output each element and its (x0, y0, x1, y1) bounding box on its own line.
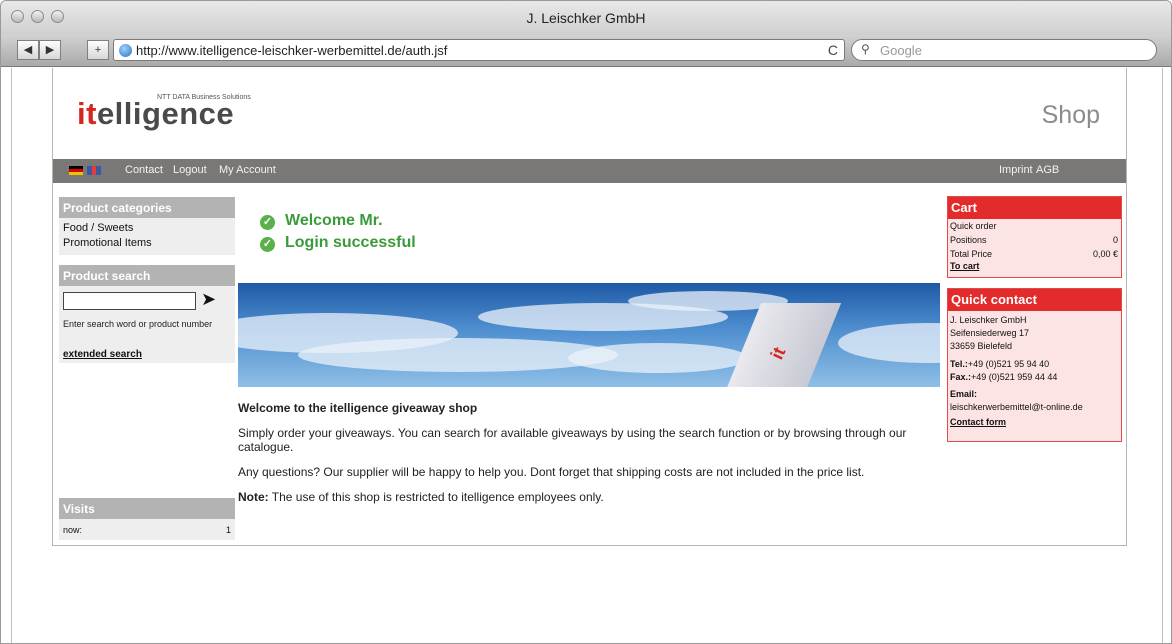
contact-street: Seifensiederweg 17 (950, 328, 1030, 338)
note-paragraph: Note: The use of this shop is restricted… (238, 490, 938, 504)
back-button[interactable]: ◀ (17, 40, 39, 60)
search-heading: Product search (59, 265, 235, 286)
categories-heading: Product categories (59, 197, 235, 218)
sky-banner-image: it (238, 283, 940, 387)
browser-window: J. Leischker GmbH ◀ ▶ + http://www.itell… (0, 0, 1172, 644)
extended-search-link[interactable]: extended search (63, 349, 142, 360)
nav-contact[interactable]: Contact (125, 164, 163, 176)
english-flag-icon[interactable] (87, 166, 101, 175)
visits-label: now: (63, 525, 83, 535)
add-bookmark-button[interactable]: + (87, 40, 109, 60)
browser-toolbar: ◀ ▶ + http://www.itelligence-leischker-w… (1, 35, 1171, 67)
total-price-value: 0,00 € (1092, 249, 1118, 259)
visits-count: 1 (225, 525, 231, 535)
login-line: ✓ Login successful (258, 234, 416, 256)
contact-tel: Tel.:+49 (0)521 95 94 40 (950, 359, 1050, 369)
search-hint: Enter search word or product number (63, 319, 213, 329)
cart-heading: Cart (948, 197, 1121, 219)
german-flag-icon[interactable] (69, 166, 83, 175)
contact-company: J. Leischker GmbH (950, 315, 1027, 325)
web-viewport: itelligence NTT DATA Business Solutions … (11, 68, 1163, 643)
positions-row: Positions 0 (950, 235, 1118, 245)
url-text: http://www.itelligence-leischker-werbemi… (136, 43, 448, 58)
tower-graphic (724, 303, 842, 387)
positions-value: 0 (1112, 235, 1118, 245)
category-promotional-items[interactable]: Promotional Items (59, 236, 235, 251)
product-search-box: Product search ➤ Enter search word or pr… (59, 265, 235, 363)
nav-agb[interactable]: AGB (1036, 164, 1059, 176)
contact-email-link[interactable]: leischkerwerbemittel@t-online.de (948, 401, 1121, 414)
logo-subtitle: NTT DATA Business Solutions (157, 94, 251, 101)
globe-icon (119, 44, 132, 57)
window-title: J. Leischker GmbH (526, 10, 646, 26)
logo-it: it (77, 96, 97, 131)
itelligence-logo[interactable]: itelligence NTT DATA Business Solutions (77, 94, 251, 132)
reload-icon[interactable]: C (828, 42, 838, 58)
note-text: The use of this shop is restricted to it… (268, 490, 604, 504)
nav-logout[interactable]: Logout (173, 164, 207, 176)
top-navigation: Contact Logout My Account Imprint AGB (53, 159, 1126, 183)
nav-imprint[interactable]: Imprint (999, 164, 1033, 176)
shop-heading: Welcome to the itelligence giveaway shop (238, 401, 478, 415)
main-content: Welcome to the itelligence giveaway shop… (238, 401, 938, 515)
welcome-text: Welcome Mr. (285, 212, 383, 229)
to-cart-link[interactable]: To cart (948, 261, 1121, 271)
contact-city: 33659 Bielefeld (950, 341, 1013, 351)
quick-contact-heading: Quick contact (948, 289, 1121, 311)
check-icon: ✓ (260, 215, 275, 230)
product-search-input[interactable] (63, 292, 196, 310)
search-arrow-icon[interactable]: ➤ (201, 289, 216, 310)
login-text: Login successful (285, 234, 416, 251)
logo-rest: elligence (96, 96, 235, 131)
note-label: Note: (238, 490, 269, 504)
total-price-row: Total Price 0,00 € (950, 249, 1118, 259)
category-food-sweets[interactable]: Food / Sweets (59, 221, 235, 236)
intro-paragraph: Simply order your giveaways. You can sea… (238, 426, 907, 454)
visits-heading: Visits (59, 498, 235, 519)
visits-row: now: 1 (59, 523, 235, 538)
contact-form-link[interactable]: Contact form (948, 417, 1121, 427)
quick-order-link[interactable]: Quick order (948, 219, 1121, 233)
contact-fax: Fax.:+49 (0)521 959 44 44 (950, 372, 1058, 382)
welcome-messages: ✓ Welcome Mr. ✓ Login successful (258, 212, 416, 256)
cart-box: Cart Quick order Positions 0 Total Price 0… (947, 196, 1122, 278)
nav-my-account[interactable]: My Account (219, 164, 276, 176)
questions-paragraph: Any questions? Our supplier will be happ… (238, 465, 865, 479)
forward-button[interactable]: ▶ (39, 40, 61, 60)
check-icon: ✓ (260, 237, 275, 252)
title-bar: J. Leischker GmbH (1, 1, 1171, 35)
quick-contact-box: Quick contact J. Leischker GmbH Seifensi… (947, 288, 1122, 442)
product-categories-box: Product categories Food / Sweets Promoti… (59, 197, 235, 255)
address-bar[interactable]: http://www.itelligence-leischker-werbemi… (113, 39, 845, 61)
visits-box: Visits now: 1 (59, 498, 235, 540)
shop-label: Shop (1041, 101, 1100, 129)
search-placeholder: Google (880, 43, 922, 58)
search-field[interactable]: ⚲ Google (851, 39, 1157, 61)
welcome-line: ✓ Welcome Mr. (258, 212, 416, 234)
email-label: Email: (950, 389, 978, 399)
shop-page: itelligence NTT DATA Business Solutions … (52, 68, 1127, 546)
search-icon: ⚲ (861, 42, 870, 56)
